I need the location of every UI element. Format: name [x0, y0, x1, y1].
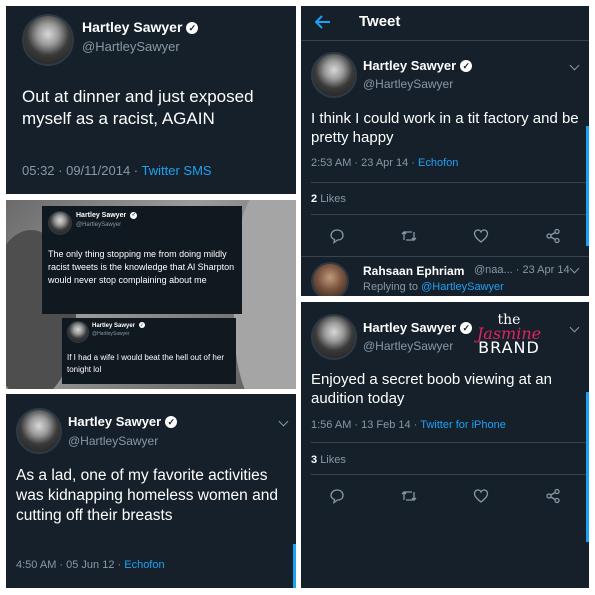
tweet-actions [301, 226, 589, 246]
tweet-text: I think I could work in a tit factory an… [311, 110, 579, 147]
tweet-text: The only thing stopping me from doing mi… [48, 249, 235, 285]
likes-count[interactable]: 2 Likes [311, 193, 346, 205]
tweet-timestamp: 1:56 AM · 13 Feb 14 · Twitter for iPhone [311, 419, 506, 431]
like-icon[interactable] [472, 487, 490, 505]
reply-icon[interactable] [328, 487, 346, 505]
replying-to-link[interactable]: @HartleySawyer [421, 281, 504, 293]
header-divider [301, 40, 589, 41]
tweet-text: Enjoyed a secret boob viewing at an audi… [311, 371, 552, 408]
likes-count[interactable]: 3 Likes [311, 454, 346, 466]
back-arrow-icon[interactable] [315, 15, 331, 29]
tweet-text: Out at dinner and just exposed myself as… [22, 87, 254, 128]
user-handle: @HartleySawyer [92, 331, 130, 337]
divider [311, 474, 589, 475]
scrollbar[interactable] [586, 126, 589, 246]
scrollbar[interactable] [293, 544, 296, 588]
verified-icon: ✓ [460, 60, 473, 72]
avatar [48, 211, 72, 235]
chevron-down-icon[interactable] [569, 322, 580, 333]
tweet-text: As a lad, one of my favorite activities … [16, 467, 278, 524]
user-name[interactable]: Hartley Sawyer ✓ [363, 320, 473, 335]
user-handle: @HartleySawyer [76, 222, 122, 228]
divider [311, 182, 589, 183]
reply-user-name[interactable]: Rahsaan Ephriam [363, 264, 464, 278]
retweet-icon[interactable] [400, 487, 418, 505]
watermark-logo: the Jasmine BRAND [459, 313, 559, 357]
background-shape [234, 200, 296, 389]
tweet-source-link[interactable]: Twitter for iPhone [420, 419, 506, 431]
verified-icon: ✓ [139, 322, 146, 328]
user-name[interactable]: Hartley Sawyer ✓ [82, 19, 199, 35]
watermark-line-3: BRAND [478, 337, 540, 357]
tweet-source-link[interactable]: Twitter SMS [142, 163, 212, 178]
verified-icon: ✓ [130, 212, 138, 219]
replying-to: Replying to @HartleySawyer [363, 281, 504, 293]
user-handle[interactable]: @HartleySawyer [363, 339, 453, 353]
tweet-panel-2: Tweet Hartley Sawyer ✓ @HartleySawyer I t… [301, 6, 589, 296]
tweet-panel-1: Hartley Sawyer ✓ @HartleySawyer Out at di… [6, 6, 296, 194]
divider [301, 256, 589, 257]
avatar[interactable] [311, 52, 357, 98]
avatar[interactable] [22, 14, 74, 66]
chevron-down-icon[interactable] [569, 60, 580, 71]
chevron-down-icon[interactable] [569, 263, 580, 274]
verified-icon: ✓ [186, 22, 199, 34]
avatar[interactable] [311, 314, 357, 360]
user-name[interactable]: Hartley Sawyer ✓ [68, 414, 178, 429]
tweet-timestamp: 4:50 AM · 05 Jun 12 · Echofon [16, 559, 165, 571]
user-name: Hartley Sawyer ✓ [76, 212, 138, 219]
tweet-actions [301, 486, 589, 506]
user-name[interactable]: Hartley Sawyer ✓ [363, 58, 473, 73]
user-handle[interactable]: @HartleySawyer [363, 77, 453, 91]
reply-avatar[interactable] [311, 262, 349, 296]
chevron-down-icon[interactable] [278, 416, 289, 427]
tweet-text: If I had a wife I would beat the hell ou… [67, 353, 224, 374]
screenshot-panel: Hartley Sawyer ✓ @HartleySawyer The only … [6, 200, 296, 389]
tweet-timestamp: 05:32 · 09/11/2014 · Twitter SMS [22, 163, 212, 178]
reply-icon[interactable] [328, 227, 346, 245]
avatar[interactable] [16, 408, 62, 454]
user-handle[interactable]: @HartleySawyer [82, 39, 180, 54]
tweet-source-link[interactable]: Echofon [124, 559, 164, 571]
like-icon[interactable] [472, 227, 490, 245]
divider [311, 214, 589, 215]
tweet-panel-4: Hartley Sawyer ✓ @HartleySawyer As a lad,… [6, 394, 296, 588]
tweet-timestamp: 2:53 AM · 23 Apr 14 · Echofon [311, 157, 459, 169]
tweet-source-link[interactable]: Echofon [418, 157, 458, 169]
divider [311, 442, 589, 443]
share-icon[interactable] [544, 487, 562, 505]
embedded-tweet-card-1: Hartley Sawyer ✓ @HartleySawyer The only … [42, 206, 242, 314]
user-handle[interactable]: @HartleySawyer [68, 434, 158, 448]
reply-handle-date[interactable]: @naa... · 23 Apr 14 [474, 264, 570, 276]
scrollbar[interactable] [586, 392, 589, 542]
share-icon[interactable] [544, 227, 562, 245]
tweet-panel-5: Hartley Sawyer ✓ @HartleySawyer the Jasmi… [301, 302, 589, 588]
avatar [67, 321, 89, 343]
retweet-icon[interactable] [400, 227, 418, 245]
embedded-tweet-card-2: Hartley Sawyer ✓ @HartleySawyer If I had … [62, 318, 236, 384]
verified-icon: ✓ [165, 416, 178, 428]
header-title: Tweet [359, 13, 401, 30]
user-name: Hartley Sawyer ✓ [92, 322, 146, 329]
